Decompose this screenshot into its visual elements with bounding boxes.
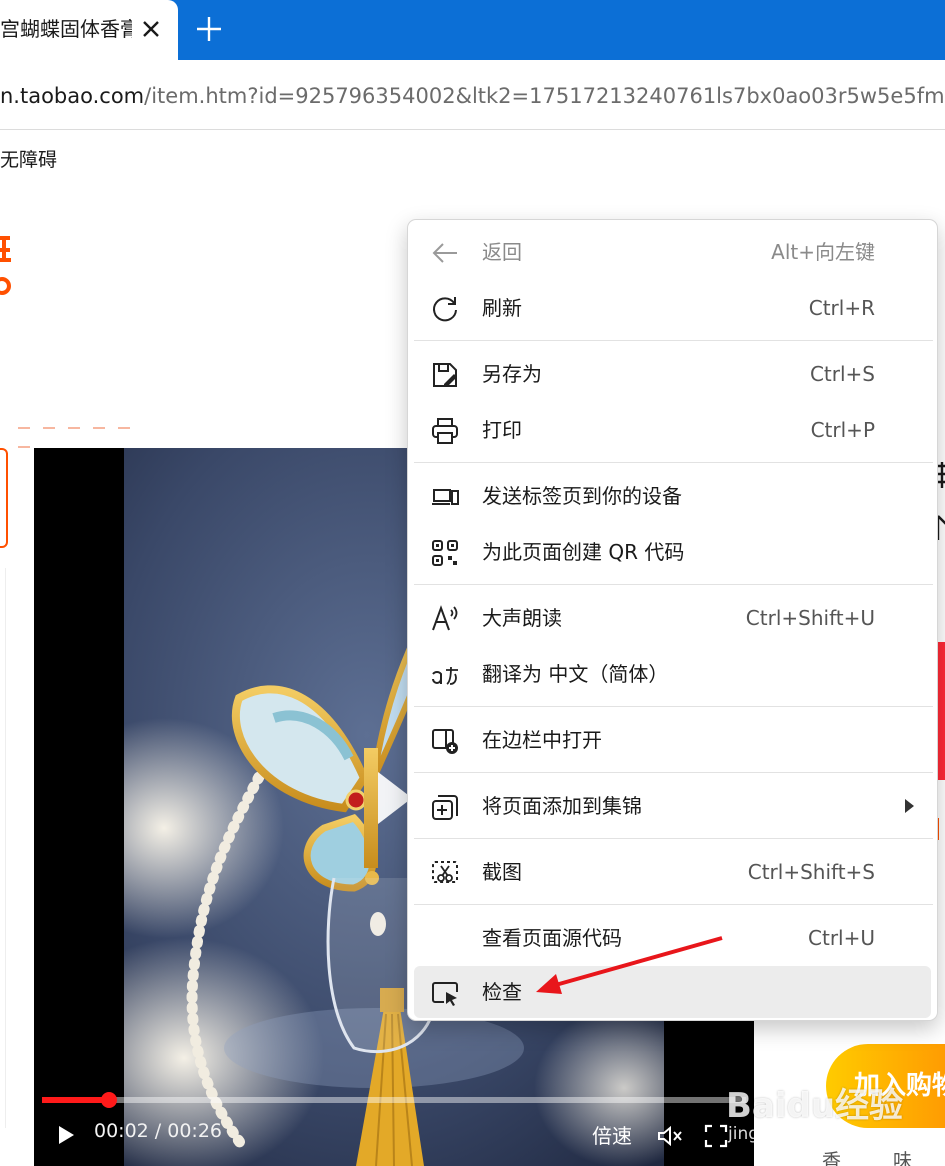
tab-strip: 宫蝴蝶固体香膏 <box>0 0 945 60</box>
save-icon <box>433 363 457 387</box>
sku-tag[interactable]: 香 <box>822 1150 841 1166</box>
collections-icon <box>432 795 458 820</box>
menu-shortcut: Ctrl+S <box>809 362 875 386</box>
address-toolbar: n.taobao.com/item.htm?id=925796354002&lt… <box>0 60 945 130</box>
sku-tag[interactable]: 味 <box>893 1150 912 1166</box>
menu-separator <box>414 904 933 905</box>
menu-separator <box>414 462 933 463</box>
video-progress-bar[interactable] <box>42 1092 746 1108</box>
menu-item-view-source[interactable]: 查看页面源代码 Ctrl+U <box>414 912 931 964</box>
menu-label: 返回 <box>482 240 522 264</box>
menu-shortcut: Ctrl+P <box>810 418 875 442</box>
screenshot-icon <box>432 861 458 883</box>
menu-shortcut: Ctrl+U <box>808 926 875 950</box>
menu-shortcut: Ctrl+R <box>808 296 875 320</box>
taobao-logo <box>0 236 11 295</box>
refresh-icon <box>433 297 457 322</box>
browser-tab[interactable]: 宫蝴蝶固体香膏 <box>0 0 178 60</box>
menu-separator <box>414 772 933 773</box>
fullscreen-icon[interactable] <box>704 1124 728 1148</box>
menu-item-add-to-collections[interactable]: 将页面添加到集锦 <box>414 780 931 832</box>
menu-item-inspect[interactable]: 检查 <box>414 966 931 1018</box>
menu-separator <box>414 706 933 707</box>
address-bar[interactable]: n.taobao.com/item.htm?id=925796354002&lt… <box>0 78 945 114</box>
menu-label: 为此页面创建 QR 代码 <box>482 540 685 564</box>
menu-shortcut: Ctrl+Shift+U <box>745 606 875 630</box>
menu-shortcut: Alt+向左键 <box>771 240 875 264</box>
devices-icon <box>432 489 459 505</box>
context-menu: 返回 Alt+向左键 刷新 Ctrl+R 另存为 Ctrl+S 打印 Ctrl+… <box>407 219 938 1021</box>
menu-label: 大声朗读 <box>482 606 562 630</box>
add-to-cart-button[interactable]: 加入购物 <box>826 1044 945 1128</box>
thumbnail-selected[interactable] <box>0 448 8 548</box>
menu-separator <box>414 340 933 341</box>
translate-icon <box>432 666 458 685</box>
menu-label: 刷新 <box>482 296 522 320</box>
menu-label: 翻译为 中文（简体） <box>482 662 669 686</box>
menu-separator <box>414 584 933 585</box>
menu-label: 截图 <box>482 860 522 884</box>
thumbnail-column <box>0 568 6 1128</box>
url-host: n.taobao.com <box>0 84 145 108</box>
menu-label: 打印 <box>482 418 522 442</box>
bookmark-accessibility[interactable]: 无障碍 <box>0 145 57 172</box>
video-progress-fill <box>42 1097 109 1103</box>
menu-shortcut: Ctrl+Shift+S <box>747 860 875 884</box>
playback-speed-button[interactable]: 倍速 <box>592 1120 632 1149</box>
close-icon[interactable] <box>138 16 164 42</box>
play-icon[interactable] <box>54 1123 78 1147</box>
url-path: /item.htm?id=925796354002&ltk2=175172132… <box>144 84 945 108</box>
tab-title: 宫蝴蝶固体香膏 <box>0 17 132 41</box>
menu-label: 发送标签页到你的设备 <box>482 484 682 508</box>
decorative-dashes <box>18 414 158 448</box>
inspect-icon <box>432 982 458 1006</box>
arrow-left-icon <box>432 243 457 263</box>
menu-separator <box>414 838 933 839</box>
sku-tags: 香味 <box>822 1146 945 1166</box>
menu-item-refresh[interactable]: 刷新 Ctrl+R <box>414 282 931 334</box>
menu-item-screenshot[interactable]: 截图 Ctrl+Shift+S <box>414 846 931 898</box>
chevron-right-icon <box>905 799 914 813</box>
menu-item-send-tab[interactable]: 发送标签页到你的设备 <box>414 470 931 522</box>
video-time: 00:02 / 00:26 <box>94 1120 222 1142</box>
sidebar-icon <box>432 729 458 754</box>
qr-code-icon <box>432 540 458 566</box>
menu-item-open-in-sidebar[interactable]: 在边栏中打开 <box>414 714 931 766</box>
mute-icon[interactable] <box>656 1124 684 1148</box>
printer-icon <box>432 418 458 444</box>
menu-item-print[interactable]: 打印 Ctrl+P <box>414 404 931 456</box>
new-tab-icon[interactable] <box>192 12 226 46</box>
menu-label: 检查 <box>482 980 522 1004</box>
menu-label: 将页面添加到集锦 <box>482 794 642 818</box>
bookmarks-bar: 无障碍 <box>0 131 945 187</box>
menu-item-translate[interactable]: 翻译为 中文（简体） <box>414 648 931 700</box>
menu-item-save-as[interactable]: 另存为 Ctrl+S <box>414 348 931 400</box>
read-aloud-icon <box>432 605 458 631</box>
menu-item-qr-code[interactable]: 为此页面创建 QR 代码 <box>414 526 931 578</box>
menu-label: 查看页面源代码 <box>482 926 622 950</box>
video-progress-handle[interactable] <box>100 1092 117 1108</box>
menu-label: 另存为 <box>482 362 542 386</box>
menu-item-back[interactable]: 返回 Alt+向左键 <box>414 226 931 278</box>
menu-item-read-aloud[interactable]: 大声朗读 Ctrl+Shift+U <box>414 592 931 644</box>
menu-label: 在边栏中打开 <box>482 728 602 752</box>
